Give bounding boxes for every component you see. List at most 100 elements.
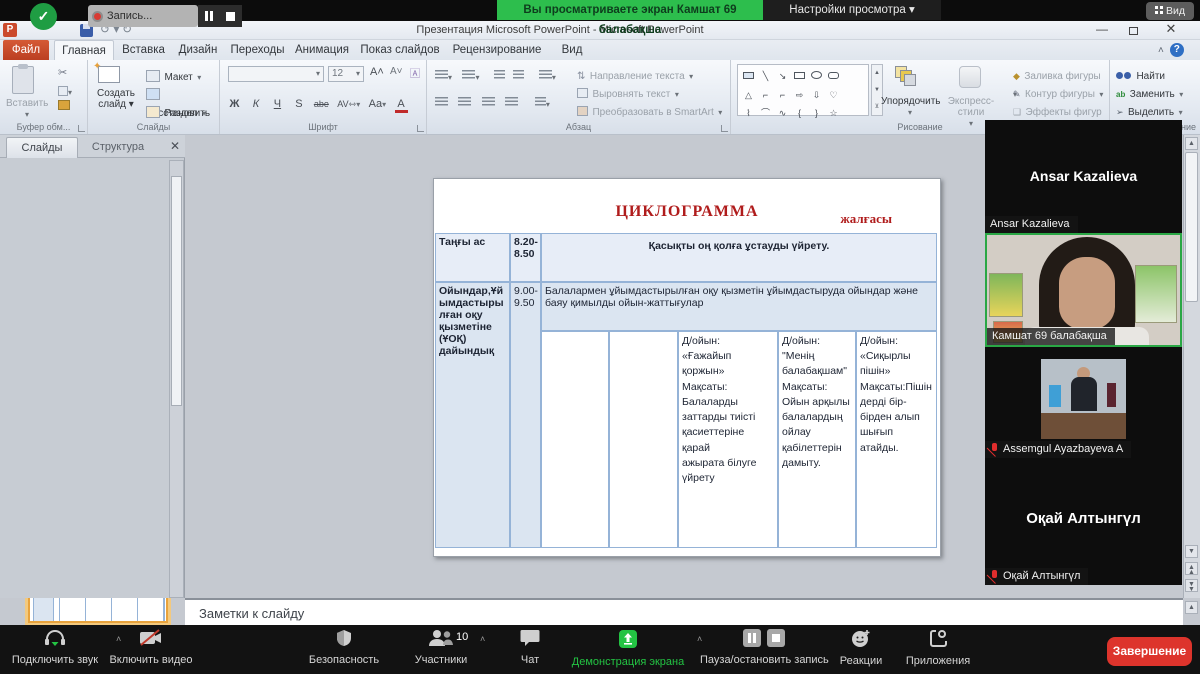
section-button[interactable]: Раздел ▾ — [146, 103, 206, 121]
strikethrough-button[interactable]: abe — [314, 99, 329, 109]
participant-tile-kamshat-active[interactable]: Камшат 69 балабақша — [985, 233, 1182, 347]
tab-transitions[interactable]: Переходы — [228, 40, 287, 60]
start-video-button[interactable]: Включить видео — [105, 629, 197, 666]
align-center-icon[interactable] — [458, 97, 471, 107]
shape-triangle-icon[interactable]: △ — [740, 88, 757, 103]
tab-animations[interactable]: Анимация — [292, 40, 352, 60]
tab-slides-thumbnails[interactable]: Слайды — [6, 137, 78, 158]
help-icon[interactable]: ? — [1170, 43, 1184, 57]
join-audio-button[interactable]: Подключить звук — [4, 629, 106, 666]
tab-slideshow[interactable]: Показ слайдов — [357, 40, 443, 60]
format-painter-icon[interactable] — [58, 100, 70, 110]
close-button[interactable]: ✕ — [1162, 22, 1180, 37]
stop-recording-icon[interactable] — [226, 12, 235, 21]
restore-button[interactable] — [1124, 22, 1142, 37]
character-spacing-button[interactable]: AV⇿▾ — [337, 99, 360, 110]
notes-scroll-up-icon[interactable]: ▲ — [1185, 601, 1198, 614]
shape-image-icon[interactable] — [740, 69, 757, 84]
quick-styles-icon[interactable] — [959, 66, 981, 88]
shape-right-arrow-icon[interactable]: ⇨ — [791, 88, 808, 103]
arrange-icon[interactable] — [895, 66, 917, 88]
shape-left-brace-icon[interactable]: { — [791, 106, 808, 121]
underline-button[interactable]: Ч — [271, 98, 284, 110]
tab-design[interactable]: Дизайн — [173, 40, 223, 60]
font-name-combo[interactable]: ▾ — [228, 66, 324, 82]
clipboard-dialog-launcher[interactable] — [78, 125, 85, 132]
shapes-gallery[interactable]: ╲↘ △⌐⌐⇨⇩♡ ⌇⌒∿{}☆ — [737, 64, 869, 116]
shrink-font-icon[interactable]: A˅ — [390, 66, 403, 77]
font-color-button[interactable]: А — [395, 98, 408, 113]
shape-right-brace-icon[interactable]: } — [808, 106, 825, 121]
replace-button[interactable]: ab Заменить ▾ — [1116, 84, 1183, 102]
current-slide-canvas[interactable]: ЦИКЛОГРАММА жалғасы Таңғы ас 8.20- 8.50 … — [433, 178, 941, 557]
tab-home[interactable]: Главная — [54, 40, 114, 60]
clear-formatting-icon[interactable]: 🄰 — [410, 65, 420, 80]
shape-down-arrow-icon[interactable]: ⇩ — [808, 88, 825, 103]
new-slide-icon[interactable]: ✦ — [98, 66, 120, 88]
close-panel-icon[interactable]: ✕ — [170, 139, 180, 153]
bullets-icon[interactable] — [435, 70, 448, 80]
shape-arrow-icon[interactable]: ↘ — [774, 69, 791, 84]
slides-scrollbar-thumb[interactable] — [171, 176, 182, 406]
end-meeting-button[interactable]: Завершение — [1107, 637, 1192, 666]
shape-elbow-arrow-icon[interactable]: ⌐ — [774, 88, 791, 103]
shape-scribble-icon[interactable]: ⌇ — [740, 106, 757, 121]
tab-review[interactable]: Рецензирование — [448, 40, 546, 60]
pause-record-icon[interactable] — [743, 629, 761, 647]
zoom-view-button[interactable]: Вид — [1146, 2, 1194, 20]
numbering-icon[interactable] — [462, 70, 475, 80]
grow-font-icon[interactable]: A˄ — [370, 66, 384, 78]
participants-button[interactable]: Участники — [398, 629, 484, 666]
cut-icon[interactable]: ✂ — [58, 66, 67, 79]
copy-icon[interactable]: ▾ — [58, 82, 72, 100]
scrollbar-thumb[interactable] — [1185, 152, 1198, 302]
scroll-up-icon[interactable]: ▲ — [1185, 137, 1198, 150]
shape-star-icon[interactable]: ☆ — [825, 106, 842, 121]
align-right-icon[interactable] — [482, 97, 495, 107]
previous-slide-icon[interactable]: ▲▲ — [1185, 562, 1198, 575]
decrease-indent-icon[interactable] — [494, 70, 505, 80]
shape-elbow-icon[interactable]: ⌐ — [757, 88, 774, 103]
line-spacing-icon[interactable] — [539, 70, 552, 80]
participant-tile-assemgul[interactable]: Assemgul Ayazbayeva A — [985, 347, 1182, 458]
chat-button[interactable]: Чат — [505, 629, 555, 666]
new-slide-button[interactable]: Создать слайд ▾ — [90, 88, 142, 110]
text-direction-button[interactable]: ⇅ Направление текста ▾ — [577, 66, 693, 84]
shape-rounded-rect-icon[interactable] — [825, 69, 842, 84]
layout-button[interactable]: Макет ▾ — [146, 67, 201, 85]
paragraph-dialog-launcher[interactable] — [721, 125, 728, 132]
change-case-button[interactable]: Aa▾ — [369, 98, 386, 110]
find-button[interactable]: Найти — [1116, 66, 1165, 84]
increase-indent-icon[interactable] — [513, 70, 524, 80]
paste-button[interactable]: Вставить▾ — [6, 98, 48, 120]
participant-tile-okay[interactable]: Оқай Алтынгүл Оқай Алтынгүл — [985, 458, 1182, 585]
shape-wave-icon[interactable]: ∿ — [774, 106, 791, 121]
font-size-combo[interactable]: 12▾ — [328, 66, 364, 82]
apps-button[interactable]: Приложения — [898, 629, 978, 667]
participants-options-chevron-icon[interactable]: ˄ — [480, 634, 485, 644]
security-button[interactable]: Безопасность — [300, 629, 388, 666]
italic-button[interactable]: К — [249, 98, 262, 110]
tab-insert[interactable]: Вставка — [119, 40, 168, 60]
pause-recording-icon[interactable] — [205, 11, 213, 21]
share-screen-button[interactable]: Демонстрация экрана — [565, 629, 691, 668]
tab-view[interactable]: Вид — [551, 40, 593, 60]
align-left-icon[interactable] — [435, 97, 448, 107]
shape-curve-icon[interactable]: ⌒ — [757, 106, 774, 121]
convert-smartart-button[interactable]: Преобразовать в SmartArt ▾ — [577, 102, 722, 120]
shape-rectangle-icon[interactable] — [791, 69, 808, 84]
shape-line-icon[interactable]: ╲ — [757, 69, 774, 84]
collapse-ribbon-icon[interactable]: ˄ — [1158, 45, 1164, 56]
view-settings-dropdown[interactable]: Настройки просмотра ▾ — [763, 0, 941, 20]
justify-icon[interactable] — [505, 97, 518, 107]
next-slide-icon[interactable]: ▼▼ — [1185, 579, 1198, 592]
shape-oval-icon[interactable] — [808, 69, 825, 84]
tab-file[interactable]: Файл — [3, 40, 49, 60]
shadow-button[interactable]: S — [292, 98, 305, 110]
align-text-button[interactable]: Выровнять текст ▾ — [577, 84, 679, 102]
stop-record-icon[interactable] — [767, 629, 785, 647]
pause-stop-recording-button[interactable]: Пауза/остановить запись — [700, 629, 828, 666]
shape-outline-button[interactable]: ✎ Контур фигуры ▾ — [1013, 84, 1103, 102]
select-button[interactable]: ➢ Выделить ▾ — [1116, 102, 1183, 120]
reactions-button[interactable]: Реакции — [830, 629, 892, 667]
